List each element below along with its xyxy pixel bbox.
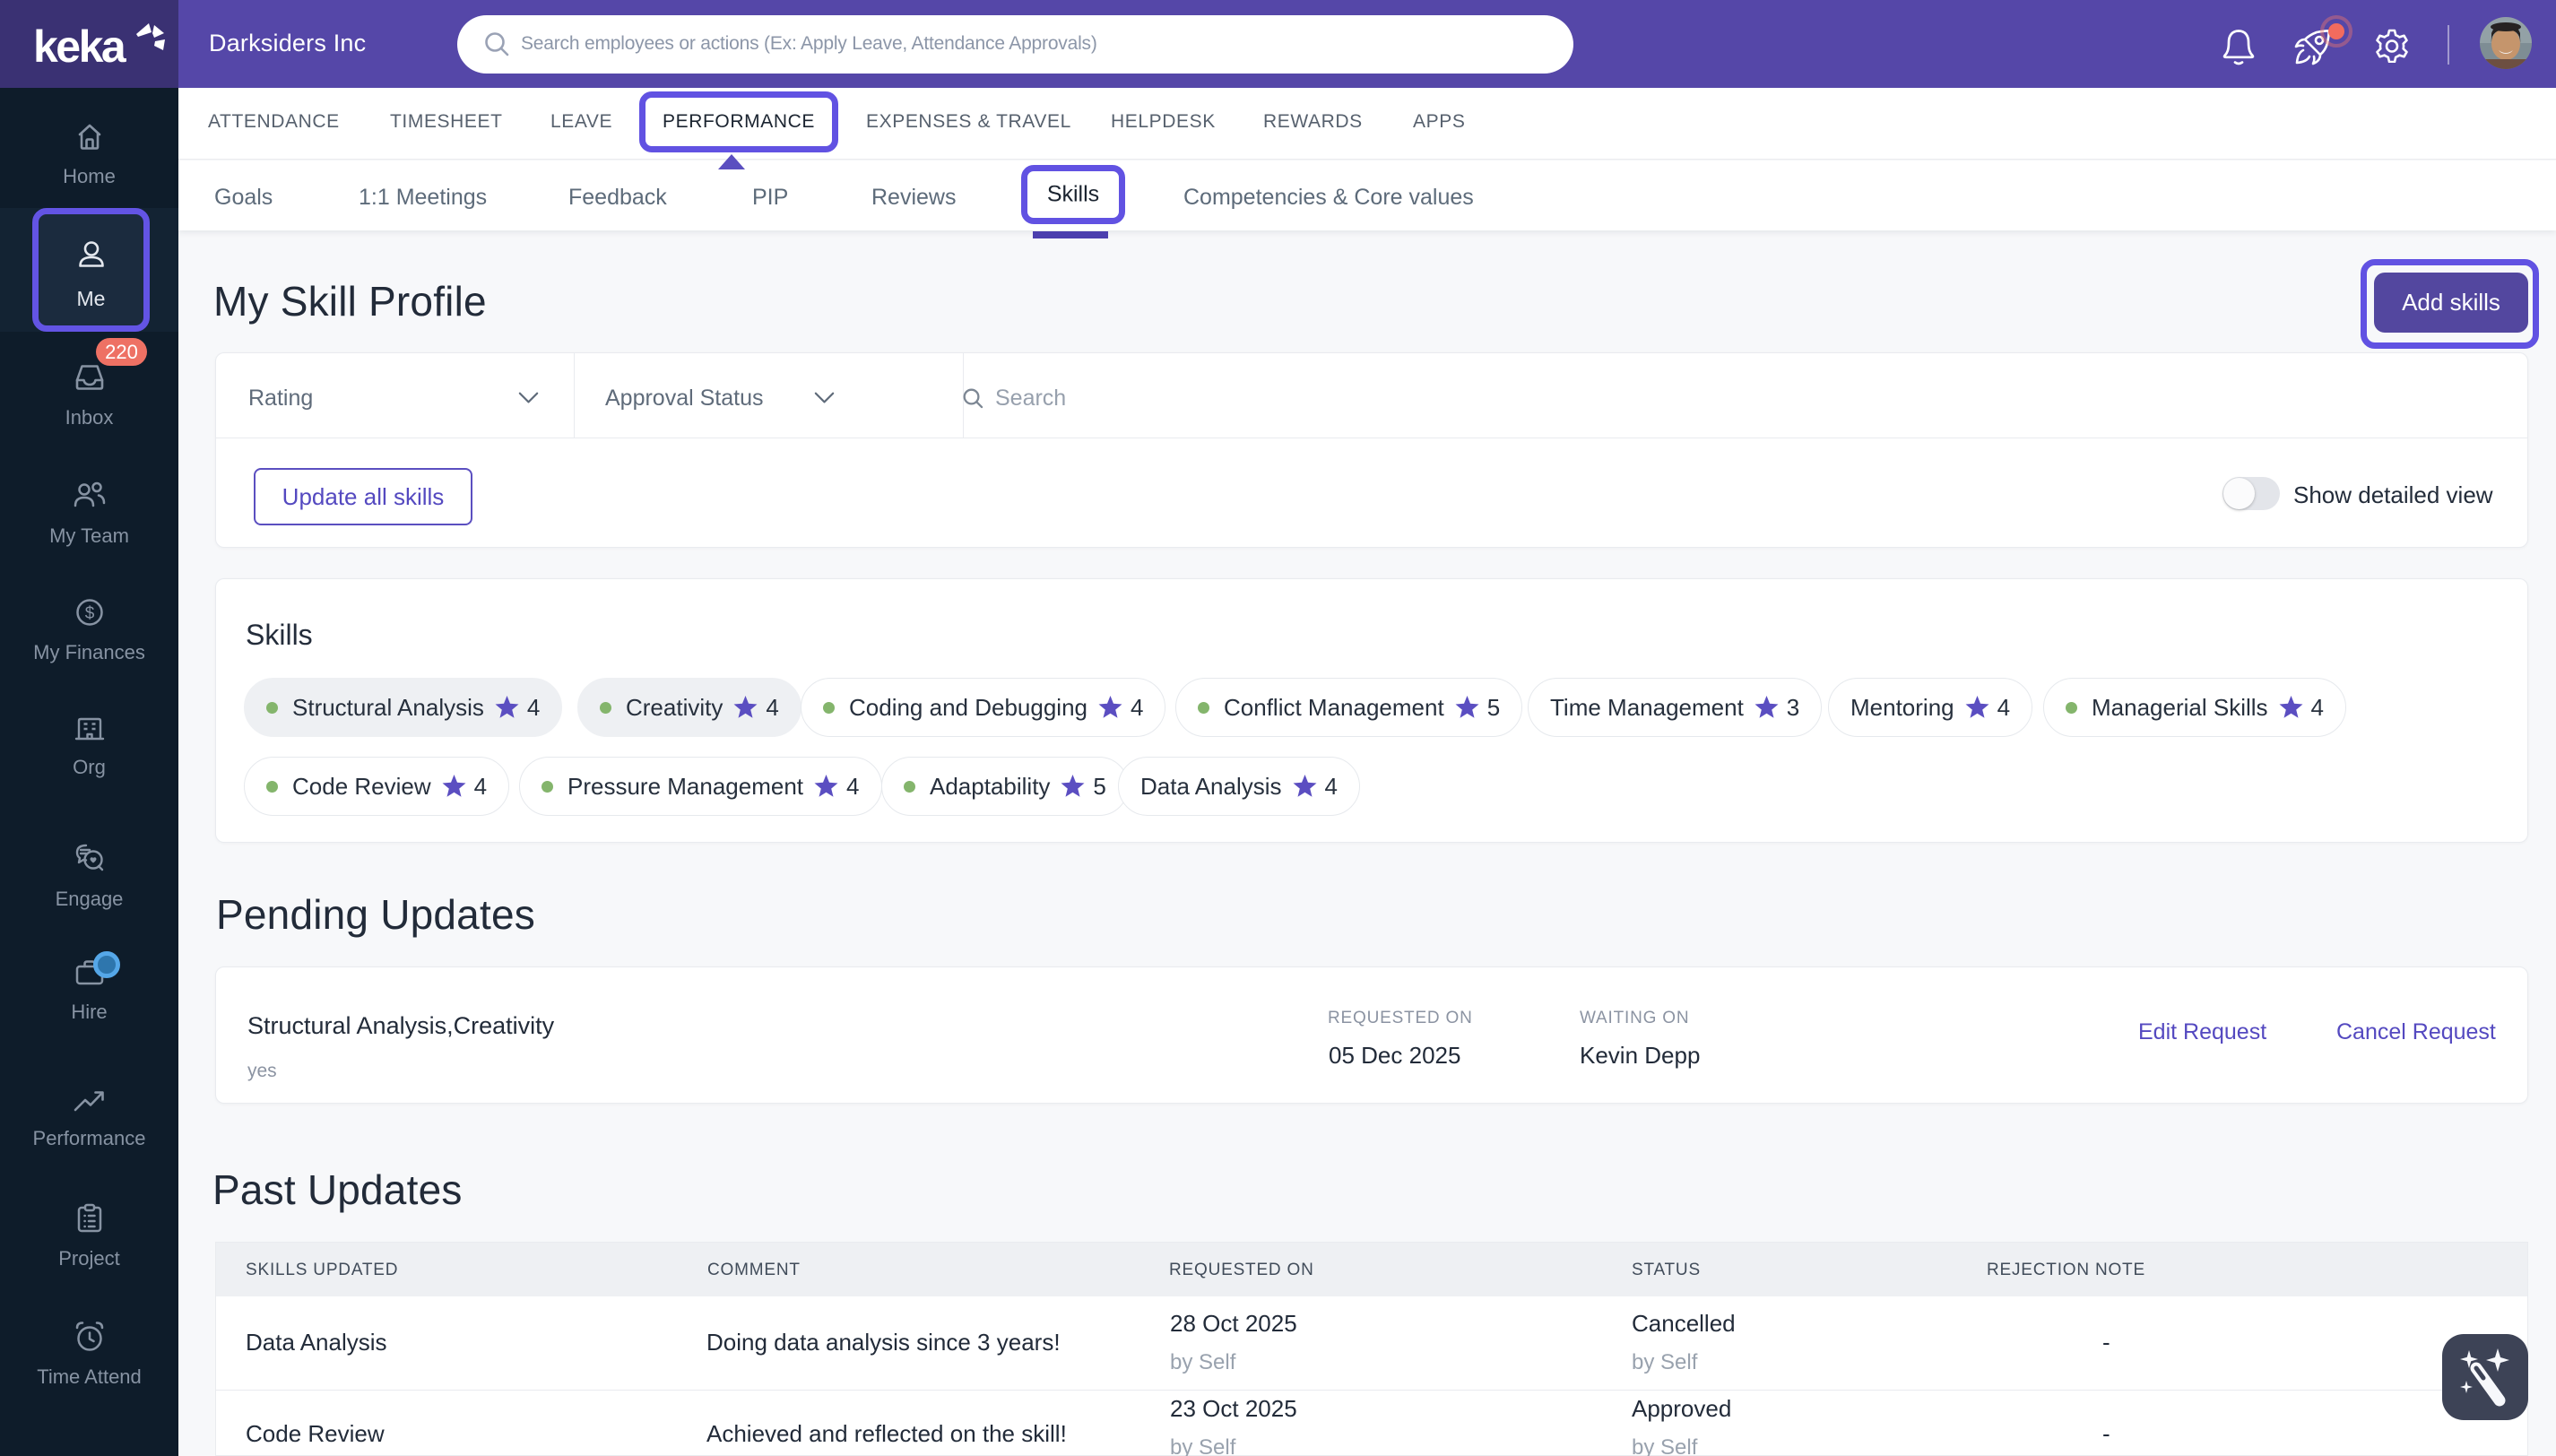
svg-text:$: $ <box>84 604 94 623</box>
svg-text:keka: keka <box>36 22 127 68</box>
